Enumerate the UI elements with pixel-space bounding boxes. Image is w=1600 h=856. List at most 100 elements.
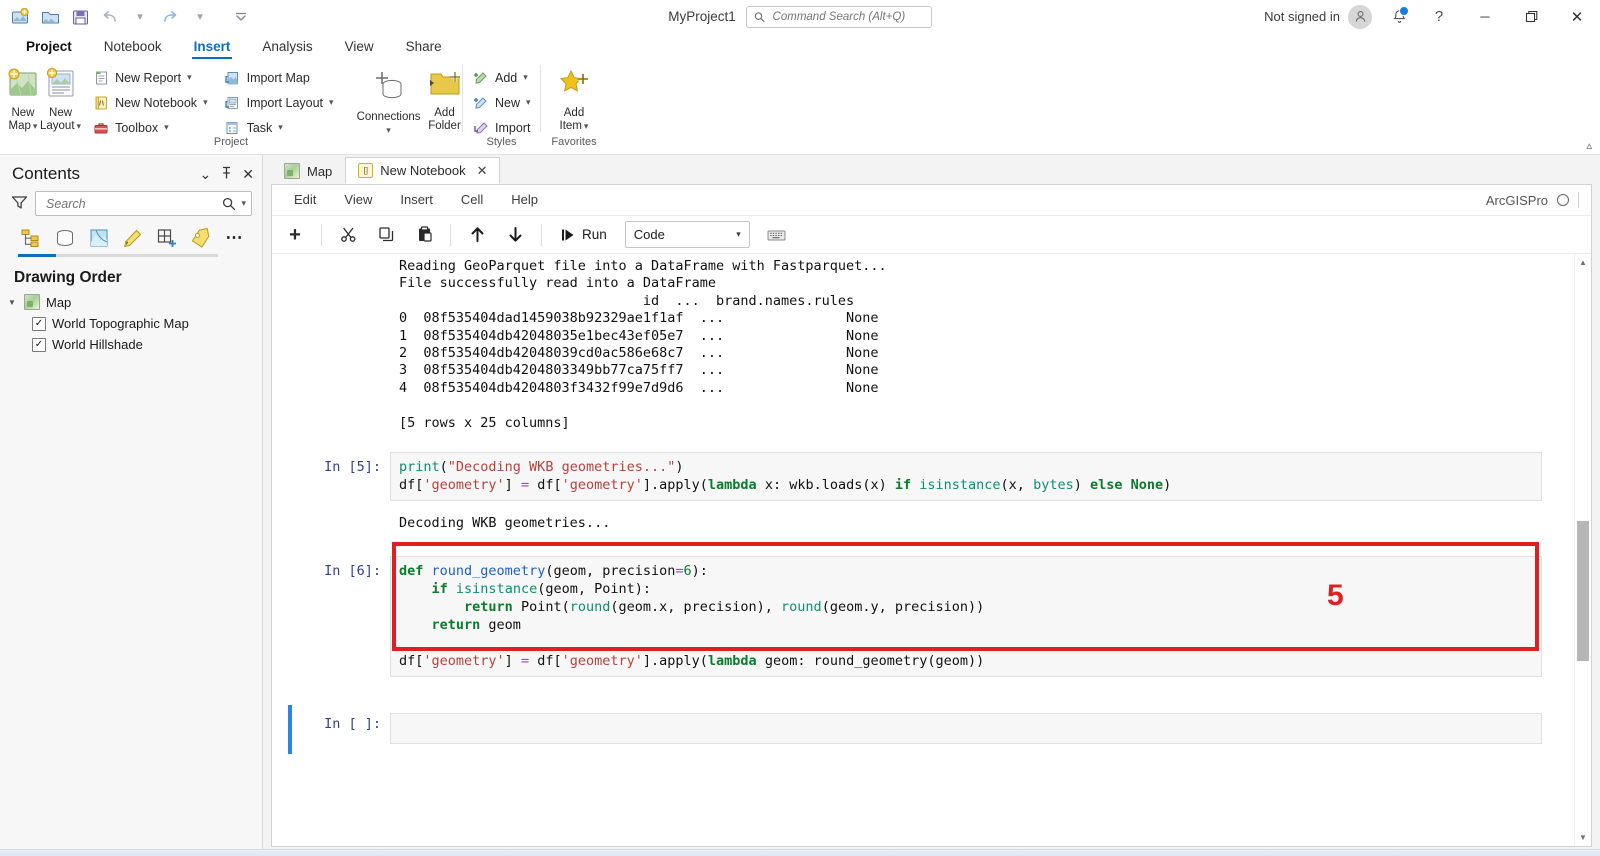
contents-layer-world-topographic-map[interactable]: ✓ World Topographic Map [0,313,262,334]
notifications-icon[interactable] [1386,4,1412,30]
notebook-toolbar[interactable]: + Run Code ▾ [272,216,1591,254]
copy-cell-button[interactable] [367,220,405,250]
new-notebook-button[interactable]: New Notebook ▾ [87,91,213,114]
redo-dropdown-icon[interactable]: ▾ [186,4,214,30]
cell-code-editor[interactable]: def round_geometry(geom, precision=6): i… [390,556,1542,678]
list-by-data-source-icon[interactable] [52,225,77,250]
list-by-labeling-icon[interactable] [188,225,213,250]
chevron-down-icon[interactable]: ▾ [526,97,531,108]
contents-layer-world-hillshade[interactable]: ✓ World Hillshade [0,334,262,355]
list-by-selection-icon[interactable] [86,225,111,250]
list-by-editing-icon[interactable] [120,225,145,250]
scrollbar-track[interactable] [1575,271,1591,829]
contents-view-tabs[interactable]: ⋯ [0,216,262,250]
notebook-vertical-scrollbar[interactable]: ▲ ▼ [1574,254,1591,846]
expand-triangle-icon[interactable]: ▼ [8,298,18,307]
close-pane-icon[interactable]: ✕ [242,166,254,183]
collapse-pane-icon[interactable]: ⌄ [200,166,212,183]
ribbon-tab-analysis[interactable]: Analysis [246,35,328,59]
document-tab-new-notebook[interactable]: [] New Notebook ✕ [345,157,501,184]
close-window-button[interactable]: ✕ [1554,0,1600,33]
search-options-chevron-icon[interactable]: ▾ [241,198,246,209]
notebook-menu-view[interactable]: View [330,188,386,212]
redo-icon[interactable] [156,4,184,30]
ribbon-tab-strip[interactable]: Project Notebook Insert Analysis View Sh… [0,33,1600,59]
chevron-down-icon[interactable]: ▾ [736,229,741,240]
customize-qat-icon[interactable] [227,4,255,30]
layer-visibility-checkbox[interactable]: ✓ [32,337,46,352]
chevron-down-icon[interactable]: ▾ [329,97,334,108]
contents-tree-root[interactable]: ▼ Map [0,291,262,313]
ribbon-tab-notebook[interactable]: Notebook [88,35,178,59]
command-search-input[interactable] [770,9,924,24]
move-cell-down-button[interactable] [496,220,534,250]
help-icon[interactable]: ? [1426,4,1452,30]
connections-button[interactable]: Connections ▾ [357,64,421,137]
notebook-menu-insert[interactable]: Insert [386,188,447,212]
notebook-body[interactable]: Reading GeoParquet file into a DataFrame… [272,254,1591,846]
notebook-menu-cell[interactable]: Cell [447,188,497,212]
add-folder-button[interactable]: Add Folder [427,64,463,133]
styles-add-button[interactable]: Add ▾ [467,66,536,89]
chevron-down-icon[interactable]: ▾ [187,72,192,83]
ribbon-tab-project[interactable]: Project [10,35,88,59]
notebook-cell-empty-selected[interactable]: In [ ]: [272,705,1574,755]
more-options-icon[interactable]: ⋯ [222,225,247,250]
undo-dropdown-icon[interactable]: ▾ [126,4,154,30]
avatar[interactable] [1348,4,1372,29]
chevron-down-icon[interactable]: ▾ [523,72,528,83]
document-tab-strip[interactable]: Map [] New Notebook ✕ [263,155,1600,184]
list-by-snapping-icon[interactable] [154,225,179,250]
notebook-menu-help[interactable]: Help [497,188,552,212]
undo-icon[interactable] [96,4,124,30]
new-map-button[interactable]: New Map ▾ [6,64,40,133]
scroll-down-arrow[interactable]: ▼ [1575,829,1591,846]
contents-search-box[interactable]: ▾ [35,191,252,216]
cut-cell-button[interactable] [329,220,367,250]
sign-in-status[interactable]: Not signed in [1264,9,1340,24]
cell-code-editor[interactable] [390,713,1542,745]
ribbon-tab-view[interactable]: View [329,35,390,59]
filter-icon[interactable] [11,195,28,213]
contents-search-input[interactable] [44,195,223,212]
ribbon-tab-insert[interactable]: Insert [178,35,247,59]
new-report-button[interactable]: New Report ▾ [87,66,213,89]
notebook-cell-in-6[interactable]: In [6]: def round_geometry(geom, precisi… [272,556,1574,678]
cell-type-select[interactable]: Code ▾ [624,221,750,248]
document-tab-map[interactable]: Map [271,157,345,184]
chevron-down-icon[interactable]: ▾ [278,122,283,133]
add-item-button[interactable]: Add Item ▾ [548,64,600,133]
notebook-scroll-region[interactable]: Reading GeoParquet file into a DataFrame… [272,254,1574,846]
open-project-icon[interactable] [36,4,64,30]
paste-cell-button[interactable] [405,220,443,250]
new-project-icon[interactable] [6,4,34,30]
command-palette-button[interactable] [758,220,796,250]
scrollbar-thumb[interactable] [1577,521,1589,661]
notebook-cell-in-5[interactable]: In [5]: print("Decoding WKB geometries..… [272,452,1574,502]
move-cell-up-button[interactable] [458,220,496,250]
import-map-button[interactable]: Import Map [219,66,339,89]
chevron-down-icon[interactable]: ▾ [77,120,82,133]
save-project-icon[interactable] [66,4,94,30]
scroll-up-arrow[interactable]: ▲ [1575,254,1591,271]
chevron-down-icon[interactable]: ▾ [584,120,589,133]
pin-pane-icon[interactable] [220,166,233,183]
cell-code-editor[interactable]: print("Decoding WKB geometries...") df['… [390,452,1542,502]
ribbon-tab-share[interactable]: Share [390,35,458,59]
layer-visibility-checkbox[interactable]: ✓ [32,316,46,331]
insert-cell-below-button[interactable]: + [276,220,314,250]
run-cell-button[interactable]: Run [549,220,619,250]
chevron-down-icon[interactable]: ▾ [203,97,208,108]
import-layout-button[interactable]: Import Layout ▾ [219,91,339,114]
minimize-button[interactable]: ─ [1462,0,1508,33]
command-search-box[interactable] [745,5,932,28]
notebook-menu-bar[interactable]: Edit View Insert Cell Help ArcGISPro [272,185,1591,216]
notebook-menu-edit[interactable]: Edit [280,188,330,212]
chevron-down-icon[interactable]: ▾ [33,120,38,133]
list-by-drawing-order-icon[interactable] [18,225,43,250]
collapse-ribbon-button[interactable]: ▵ [1586,139,1592,152]
styles-new-button[interactable]: New ▾ [467,91,536,114]
quick-access-toolbar[interactable]: ▾ ▾ [0,4,255,30]
restore-button[interactable] [1508,0,1554,33]
new-layout-button[interactable]: New Layout ▾ [40,64,81,133]
